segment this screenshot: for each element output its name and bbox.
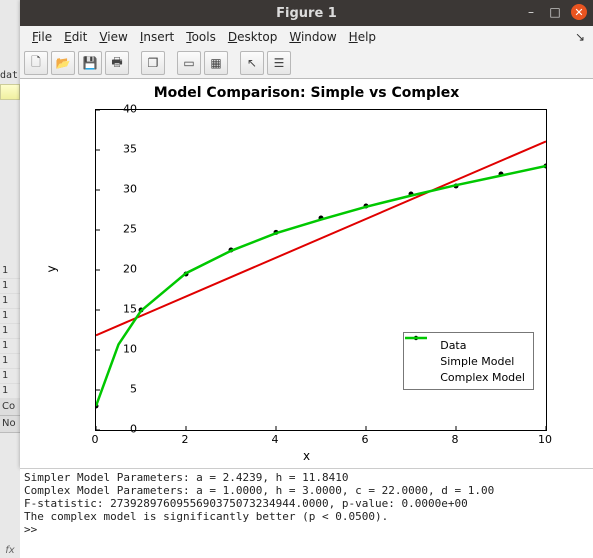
menu-help[interactable]: Help [343, 28, 382, 46]
bg-cell: 1 [0, 384, 20, 399]
x-tick-label: 6 [355, 433, 375, 446]
print-button[interactable]: 🖶 [105, 51, 129, 75]
menu-insert[interactable]: Insert [134, 28, 180, 46]
x-tick-label: 10 [535, 433, 555, 446]
axes[interactable]: Data Simple Model Complex Model [95, 109, 547, 431]
save-button[interactable]: 💾 [78, 51, 102, 75]
bg-cell: 1 [0, 324, 20, 339]
bg-cell: 1 [0, 369, 20, 384]
y-tick-label: 20 [107, 263, 137, 276]
bg-cell: 1 [0, 294, 20, 309]
window-title: Figure 1 [20, 6, 593, 21]
series-line-simple-model [96, 141, 546, 335]
grid-icon: ▦ [210, 56, 221, 70]
folder-open-icon: 📂 [56, 56, 71, 70]
copy-figure-button[interactable]: ❐ [141, 51, 165, 75]
console-output[interactable]: Simpler Model Parameters: a = 2.4239, h … [20, 468, 593, 558]
bg-cell: 1 [0, 264, 20, 279]
pointer-button[interactable]: ↖ [240, 51, 264, 75]
axes-icon: ▭ [183, 56, 194, 70]
menubar: FileEditViewInsertToolsDesktopWindowHelp… [20, 26, 593, 48]
list-icon: ☰ [274, 56, 285, 70]
legend-entry-complex: Complex Model [410, 369, 525, 385]
window-icon: ❐ [148, 56, 159, 70]
maximize-button[interactable]: □ [547, 4, 563, 20]
bg-edit-icon [0, 84, 20, 100]
y-tick-label: 15 [107, 303, 137, 316]
titlebar[interactable]: Figure 1 – □ ✕ [20, 0, 593, 26]
menu-view[interactable]: View [93, 28, 133, 46]
window-controls: – □ ✕ [523, 4, 587, 20]
inspector-button[interactable]: ☰ [267, 51, 291, 75]
legend-label: Complex Model [440, 371, 525, 384]
y-tick-label: 40 [107, 103, 137, 116]
legend-entry-simple: Simple Model [410, 353, 525, 369]
new-figure-button[interactable]: 🗋 [24, 51, 48, 75]
chart-title: Model Comparison: Simple vs Complex [20, 85, 593, 101]
open-button[interactable]: 📂 [51, 51, 75, 75]
minimize-button[interactable]: – [523, 4, 539, 20]
bg-cell: 1 [0, 354, 20, 369]
printer-icon: 🖶 [111, 53, 122, 74]
new-file-icon: 🗋 [31, 53, 41, 74]
toolbar: 🗋 📂 💾 🖶 ❐ ▭ ▦ ↖ ☰ [20, 48, 593, 79]
pointer-icon: ↖ [247, 56, 257, 70]
y-axis-label: y [45, 265, 59, 272]
axes-button[interactable]: ▭ [177, 51, 201, 75]
menu-tools[interactable]: Tools [180, 28, 222, 46]
menubar-overflow-icon[interactable]: ↘ [575, 30, 585, 44]
bg-dat-label: dat [0, 70, 20, 81]
x-tick-label: 4 [265, 433, 285, 446]
grid-button[interactable]: ▦ [204, 51, 228, 75]
x-axis-label: x [20, 449, 593, 463]
y-tick-label: 35 [107, 143, 137, 156]
floppy-icon: 💾 [83, 56, 98, 70]
menu-desktop[interactable]: Desktop [222, 28, 284, 46]
legend[interactable]: Data Simple Model Complex Model [403, 332, 534, 390]
legend-label: Simple Model [440, 355, 514, 368]
bg-cell: 1 [0, 279, 20, 294]
figure-window: Figure 1 – □ ✕ FileEditViewInsertToolsDe… [20, 0, 593, 468]
y-tick-label: 30 [107, 183, 137, 196]
x-tick-label: 2 [175, 433, 195, 446]
x-tick-label: 8 [445, 433, 465, 446]
bg-cell: 1 [0, 339, 20, 354]
fx-label: fx [0, 545, 20, 556]
y-tick-label: 5 [107, 383, 137, 396]
x-tick-label: 0 [85, 433, 105, 446]
bg-tab-co[interactable]: Co [0, 399, 20, 416]
y-tick-label: 10 [107, 343, 137, 356]
plot-area: Model Comparison: Simple vs Complex y x … [20, 79, 593, 468]
close-button[interactable]: ✕ [571, 4, 587, 20]
menu-file[interactable]: File [26, 28, 58, 46]
y-tick-label: 0 [107, 423, 137, 436]
y-tick-label: 25 [107, 223, 137, 236]
menu-edit[interactable]: Edit [58, 28, 93, 46]
menu-window[interactable]: Window [283, 28, 342, 46]
bg-cell: 1 [0, 309, 20, 324]
legend-label: Data [440, 339, 466, 352]
bg-tab-no[interactable]: No [0, 416, 20, 433]
